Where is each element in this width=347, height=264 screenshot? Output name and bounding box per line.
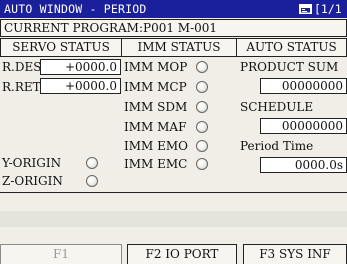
current-program-text: CURRENT PROGRAM:P001 M-001 (4, 21, 218, 35)
f2-io-port-button[interactable]: F2 IO PORT (127, 244, 237, 264)
product-sum-value: 00000000 (260, 78, 347, 94)
product-sum-label: PRODUCT SUM (240, 60, 339, 74)
tab-auto-status[interactable]: AUTO STATUS (236, 38, 347, 57)
imm-emc-indicator-icon (196, 158, 208, 170)
schedule-label: SCHEDULE (240, 100, 314, 114)
imm-mcp-label: IMM MCP (124, 80, 187, 94)
auto-window-screen: AUTO WINDOW - PERIOD [1/1 CURRENT PROGRA… (0, 0, 347, 264)
z-origin-label: Z-ORIGIN (2, 174, 63, 188)
window-icon[interactable] (299, 4, 312, 14)
imm-mop-indicator-icon (196, 61, 208, 73)
schedule-value: 00000000 (260, 118, 347, 134)
period-time-label: Period Time (240, 139, 314, 153)
imm-emc-label: IMM EMC (124, 157, 188, 171)
current-program-bar: CURRENT PROGRAM:P001 M-001 (0, 19, 347, 37)
f3-sys-inf-button[interactable]: F3 SYS INF (243, 244, 347, 264)
y-origin-indicator-icon (86, 157, 98, 169)
page-indicator: [1/1 (314, 2, 342, 16)
message-bar (0, 211, 347, 227)
tab-servo-status[interactable]: SERVO STATUS (0, 38, 122, 57)
r-des-value: +0000.0 (40, 59, 121, 75)
title-bar: AUTO WINDOW - PERIOD [1/1 (0, 0, 347, 18)
imm-maf-indicator-icon (196, 121, 208, 133)
z-origin-indicator-icon (86, 175, 98, 187)
r-ret-label: R.RET (2, 80, 41, 94)
tab-imm-status[interactable]: IMM STATUS (121, 38, 237, 57)
imm-emo-indicator-icon (196, 140, 208, 152)
divider (0, 192, 347, 193)
imm-mop-label: IMM MOP (124, 60, 188, 74)
imm-emo-label: IMM EMO (124, 139, 189, 153)
imm-sdm-indicator-icon (196, 101, 208, 113)
period-time-value: 0000.0s (260, 157, 347, 173)
r-ret-value: +0000.0 (40, 78, 121, 94)
f1-button[interactable]: F1 (0, 244, 122, 264)
y-origin-label: Y-ORIGIN (2, 156, 62, 170)
imm-maf-label: IMM MAF (124, 120, 187, 134)
imm-sdm-label: IMM SDM (124, 100, 188, 114)
r-des-label: R.DES (2, 60, 42, 74)
imm-mcp-indicator-icon (196, 81, 208, 93)
window-title: AUTO WINDOW - PERIOD (4, 2, 147, 16)
